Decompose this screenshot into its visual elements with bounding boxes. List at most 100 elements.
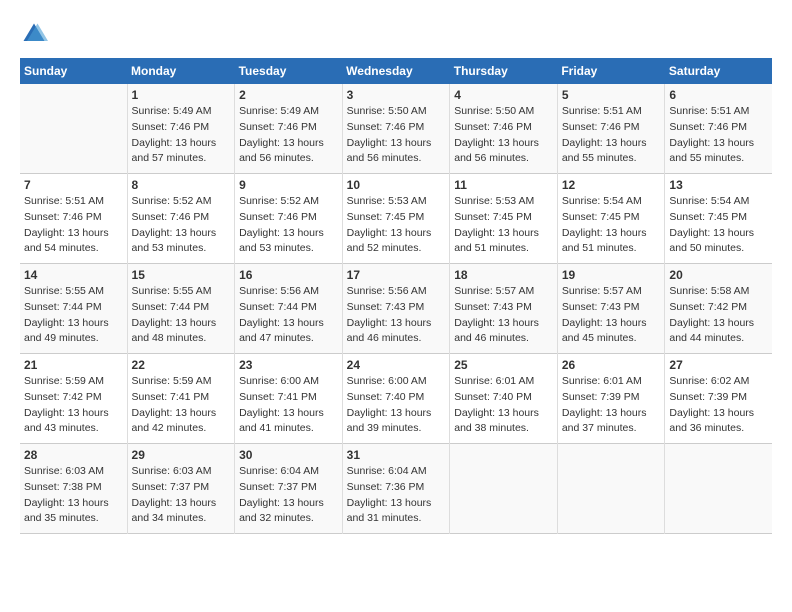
day-info: Sunrise: 5:49 AMSunset: 7:46 PMDaylight:… [239,104,338,167]
day-cell: 24 Sunrise: 6:00 AMSunset: 7:40 PMDayligh… [342,354,450,444]
day-cell: 19 Sunrise: 5:57 AMSunset: 7:43 PMDayligh… [557,264,665,354]
day-cell [557,444,665,534]
day-info: Sunrise: 5:51 AMSunset: 7:46 PMDaylight:… [24,194,123,257]
day-cell: 27 Sunrise: 6:02 AMSunset: 7:39 PMDayligh… [665,354,772,444]
header-wednesday: Wednesday [342,58,450,84]
day-info: Sunrise: 6:01 AMSunset: 7:39 PMDaylight:… [562,374,661,437]
day-number: 22 [132,358,231,372]
day-info: Sunrise: 6:03 AMSunset: 7:37 PMDaylight:… [132,464,231,527]
day-cell: 22 Sunrise: 5:59 AMSunset: 7:41 PMDayligh… [127,354,235,444]
day-cell: 29Sunrise: 6:03 AMSunset: 7:37 PMDayligh… [127,444,235,534]
week-row-3: 14Sunrise: 5:55 AMSunset: 7:44 PMDayligh… [20,264,772,354]
day-number: 30 [239,448,338,462]
day-number: 24 [347,358,446,372]
day-number: 15 [132,268,231,282]
day-info: Sunrise: 5:49 AMSunset: 7:46 PMDaylight:… [132,104,231,167]
day-cell: 15Sunrise: 5:55 AMSunset: 7:44 PMDayligh… [127,264,235,354]
day-number: 21 [24,358,123,372]
header-saturday: Saturday [665,58,772,84]
day-info: Sunrise: 6:01 AMSunset: 7:40 PMDaylight:… [454,374,553,437]
day-number: 5 [562,88,661,102]
header-friday: Friday [557,58,665,84]
day-number: 11 [454,178,553,192]
day-number: 2 [239,88,338,102]
day-info: Sunrise: 6:00 AMSunset: 7:40 PMDaylight:… [347,374,446,437]
header [20,20,772,48]
day-number: 8 [132,178,231,192]
day-cell: 30 Sunrise: 6:04 AMSunset: 7:37 PMDayligh… [235,444,343,534]
day-info: Sunrise: 5:52 AMSunset: 7:46 PMDaylight:… [132,194,231,257]
day-info: Sunrise: 5:53 AMSunset: 7:45 PMDaylight:… [454,194,553,257]
day-cell: 11 Sunrise: 5:53 AMSunset: 7:45 PMDayligh… [450,174,558,264]
day-cell: 23 Sunrise: 6:00 AMSunset: 7:41 PMDayligh… [235,354,343,444]
day-info: Sunrise: 5:54 AMSunset: 7:45 PMDaylight:… [669,194,768,257]
day-cell [20,84,127,174]
day-number: 10 [347,178,446,192]
day-cell: 17 Sunrise: 5:56 AMSunset: 7:43 PMDayligh… [342,264,450,354]
header-row: SundayMondayTuesdayWednesdayThursdayFrid… [20,58,772,84]
day-number: 27 [669,358,768,372]
day-info: Sunrise: 5:58 AMSunset: 7:42 PMDaylight:… [669,284,768,347]
day-info: Sunrise: 5:57 AMSunset: 7:43 PMDaylight:… [454,284,553,347]
week-row-5: 28Sunrise: 6:03 AMSunset: 7:38 PMDayligh… [20,444,772,534]
day-cell: 20 Sunrise: 5:58 AMSunset: 7:42 PMDayligh… [665,264,772,354]
day-number: 7 [24,178,123,192]
day-cell: 1 Sunrise: 5:49 AMSunset: 7:46 PMDaylight… [127,84,235,174]
day-cell: 5 Sunrise: 5:51 AMSunset: 7:46 PMDaylight… [557,84,665,174]
day-cell: 26 Sunrise: 6:01 AMSunset: 7:39 PMDayligh… [557,354,665,444]
day-cell: 13Sunrise: 5:54 AMSunset: 7:45 PMDayligh… [665,174,772,264]
calendar-table: SundayMondayTuesdayWednesdayThursdayFrid… [20,58,772,534]
header-monday: Monday [127,58,235,84]
day-number: 12 [562,178,661,192]
day-number: 19 [562,268,661,282]
day-number: 17 [347,268,446,282]
day-info: Sunrise: 5:51 AMSunset: 7:46 PMDaylight:… [669,104,768,167]
day-number: 3 [347,88,446,102]
day-cell: 28Sunrise: 6:03 AMSunset: 7:38 PMDayligh… [20,444,127,534]
day-number: 18 [454,268,553,282]
day-number: 20 [669,268,768,282]
day-cell: 18 Sunrise: 5:57 AMSunset: 7:43 PMDayligh… [450,264,558,354]
day-info: Sunrise: 5:54 AMSunset: 7:45 PMDaylight:… [562,194,661,257]
day-info: Sunrise: 6:03 AMSunset: 7:38 PMDaylight:… [24,464,123,527]
day-cell: 16 Sunrise: 5:56 AMSunset: 7:44 PMDayligh… [235,264,343,354]
day-number: 4 [454,88,553,102]
day-number: 25 [454,358,553,372]
header-thursday: Thursday [450,58,558,84]
day-cell: 4 Sunrise: 5:50 AMSunset: 7:46 PMDaylight… [450,84,558,174]
day-cell: 25 Sunrise: 6:01 AMSunset: 7:40 PMDayligh… [450,354,558,444]
header-sunday: Sunday [20,58,127,84]
day-info: Sunrise: 5:57 AMSunset: 7:43 PMDaylight:… [562,284,661,347]
day-cell [450,444,558,534]
week-row-4: 21 Sunrise: 5:59 AMSunset: 7:42 PMDayligh… [20,354,772,444]
day-cell: 8 Sunrise: 5:52 AMSunset: 7:46 PMDaylight… [127,174,235,264]
day-number: 26 [562,358,661,372]
day-cell: 12 Sunrise: 5:54 AMSunset: 7:45 PMDayligh… [557,174,665,264]
day-info: Sunrise: 5:53 AMSunset: 7:45 PMDaylight:… [347,194,446,257]
day-info: Sunrise: 5:50 AMSunset: 7:46 PMDaylight:… [454,104,553,167]
day-cell: 21 Sunrise: 5:59 AMSunset: 7:42 PMDayligh… [20,354,127,444]
day-cell: 9Sunrise: 5:52 AMSunset: 7:46 PMDaylight… [235,174,343,264]
day-number: 31 [347,448,446,462]
day-info: Sunrise: 5:59 AMSunset: 7:41 PMDaylight:… [132,374,231,437]
day-info: Sunrise: 6:00 AMSunset: 7:41 PMDaylight:… [239,374,338,437]
day-cell: 2 Sunrise: 5:49 AMSunset: 7:46 PMDaylight… [235,84,343,174]
logo-icon [20,20,48,48]
day-info: Sunrise: 6:02 AMSunset: 7:39 PMDaylight:… [669,374,768,437]
day-info: Sunrise: 5:59 AMSunset: 7:42 PMDaylight:… [24,374,123,437]
day-number: 1 [132,88,231,102]
header-tuesday: Tuesday [235,58,343,84]
day-cell: 31Sunrise: 6:04 AMSunset: 7:36 PMDayligh… [342,444,450,534]
day-cell: 3Sunrise: 5:50 AMSunset: 7:46 PMDaylight… [342,84,450,174]
day-number: 16 [239,268,338,282]
day-cell: 14Sunrise: 5:55 AMSunset: 7:44 PMDayligh… [20,264,127,354]
day-info: Sunrise: 5:56 AMSunset: 7:43 PMDaylight:… [347,284,446,347]
day-info: Sunrise: 5:56 AMSunset: 7:44 PMDaylight:… [239,284,338,347]
day-cell: 7 Sunrise: 5:51 AMSunset: 7:46 PMDaylight… [20,174,127,264]
day-info: Sunrise: 5:55 AMSunset: 7:44 PMDaylight:… [24,284,123,347]
day-number: 23 [239,358,338,372]
day-info: Sunrise: 5:51 AMSunset: 7:46 PMDaylight:… [562,104,661,167]
day-info: Sunrise: 6:04 AMSunset: 7:37 PMDaylight:… [239,464,338,527]
week-row-1: 1 Sunrise: 5:49 AMSunset: 7:46 PMDaylight… [20,84,772,174]
logo [20,20,52,48]
